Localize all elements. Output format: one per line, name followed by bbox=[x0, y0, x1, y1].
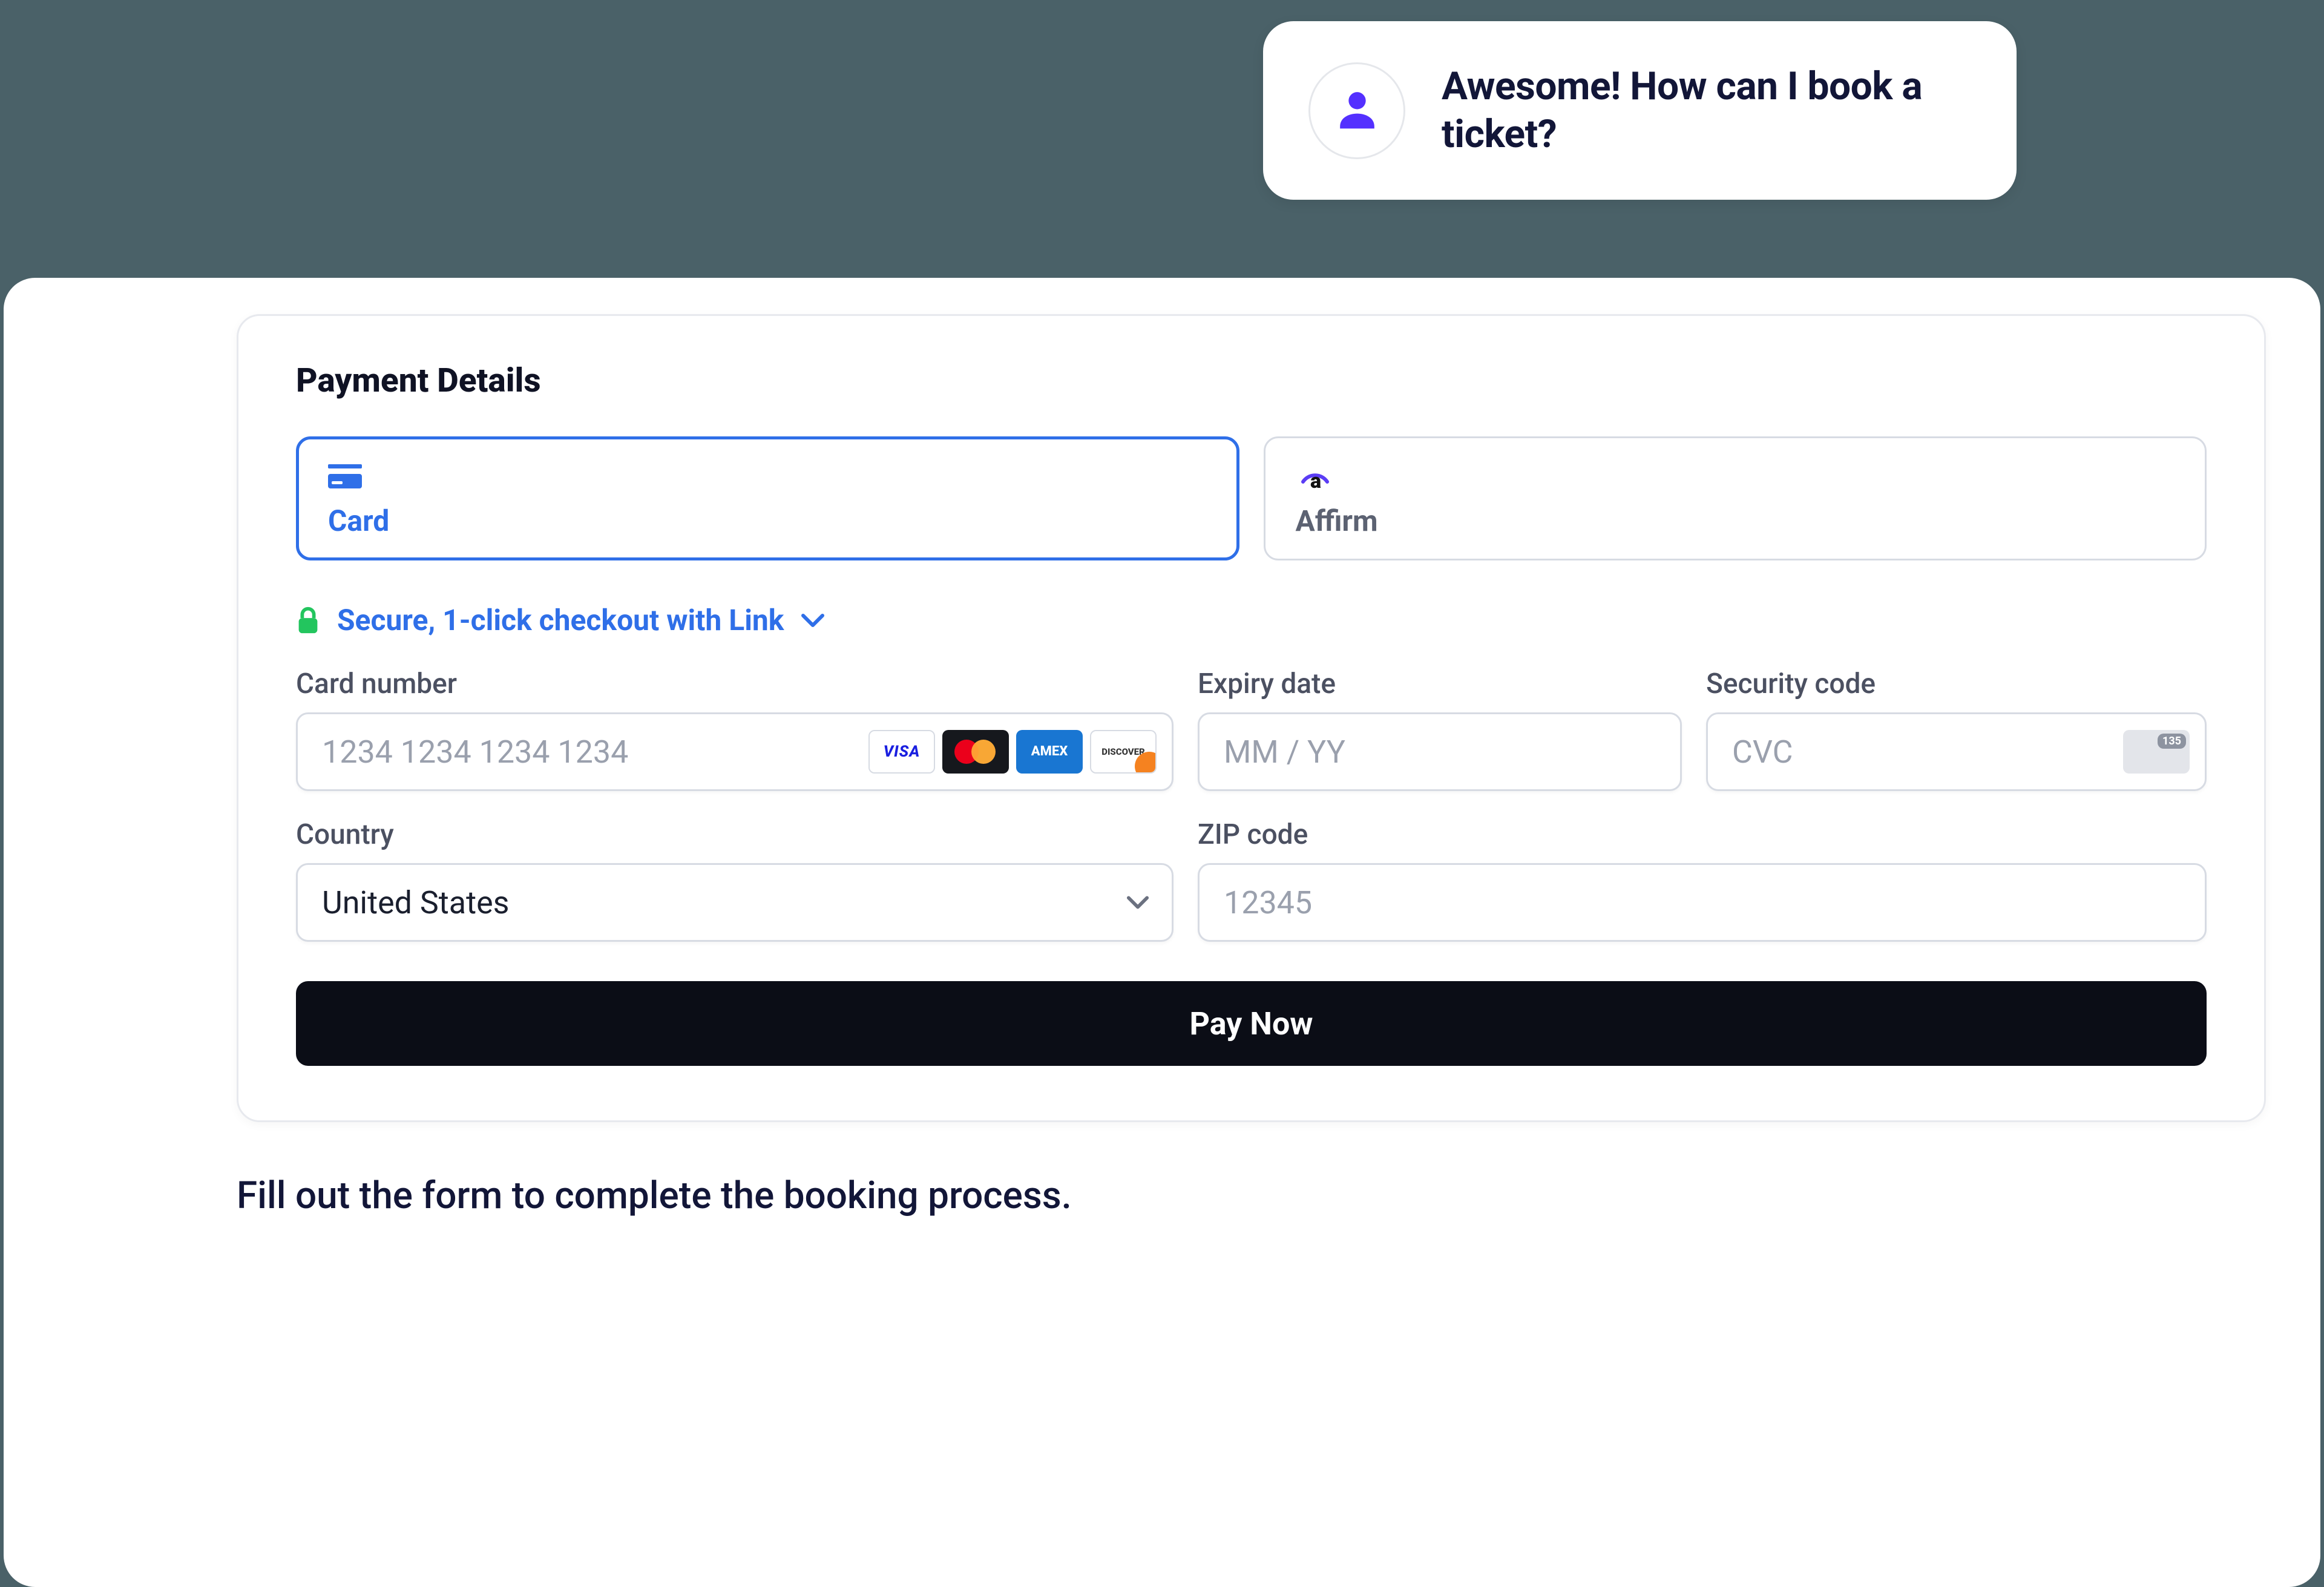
card-icon bbox=[328, 462, 1207, 490]
payment-method-card[interactable]: Card bbox=[296, 436, 1239, 560]
country-label: Country bbox=[296, 818, 1173, 851]
lock-icon bbox=[296, 605, 320, 636]
accepted-card-brands: VISA AMEX DISCOVER bbox=[868, 730, 1157, 774]
user-chat-bubble: Awesome! How can I book a ticket? bbox=[1263, 21, 2017, 200]
payment-details-panel: Payment Details Card a Affirm Secure, 1-… bbox=[237, 314, 2266, 1122]
user-avatar bbox=[1308, 62, 1405, 159]
link-checkout-label: Secure, 1-click checkout with Link bbox=[337, 603, 784, 637]
mastercard-icon bbox=[942, 730, 1009, 774]
zip-input[interactable] bbox=[1198, 863, 2207, 942]
payment-method-affirm-label: Affirm bbox=[1296, 504, 2175, 538]
discover-icon: DISCOVER bbox=[1090, 730, 1157, 774]
cvc-label: Security code bbox=[1706, 668, 2207, 700]
assistant-response-card: Payment Details Card a Affirm Secure, 1-… bbox=[4, 278, 2320, 1587]
panel-title: Payment Details bbox=[296, 361, 2207, 400]
country-select[interactable]: United States bbox=[296, 863, 1173, 942]
payment-method-card-label: Card bbox=[328, 504, 1207, 538]
amex-icon: AMEX bbox=[1016, 730, 1083, 774]
user-message-text: Awesome! How can I book a ticket? bbox=[1442, 63, 1971, 157]
expiry-input[interactable] bbox=[1198, 712, 1682, 791]
cvc-hint-icon: 135 bbox=[2123, 730, 2190, 774]
payment-method-tabs: Card a Affirm bbox=[296, 436, 2207, 560]
link-checkout-toggle[interactable]: Secure, 1-click checkout with Link bbox=[296, 603, 2207, 637]
card-number-label: Card number bbox=[296, 668, 1173, 700]
zip-label: ZIP code bbox=[1198, 818, 2207, 851]
chevron-down-icon bbox=[801, 613, 825, 628]
pay-now-button[interactable]: Pay Now bbox=[296, 981, 2207, 1066]
assistant-caption: Fill out the form to complete the bookin… bbox=[237, 1174, 2266, 1218]
svg-text:a: a bbox=[1310, 469, 1321, 490]
person-icon bbox=[1331, 84, 1383, 137]
affirm-icon: a bbox=[1296, 462, 2175, 490]
expiry-label: Expiry date bbox=[1198, 668, 1682, 700]
visa-icon: VISA bbox=[868, 730, 935, 774]
payment-method-affirm[interactable]: a Affirm bbox=[1264, 436, 2207, 560]
